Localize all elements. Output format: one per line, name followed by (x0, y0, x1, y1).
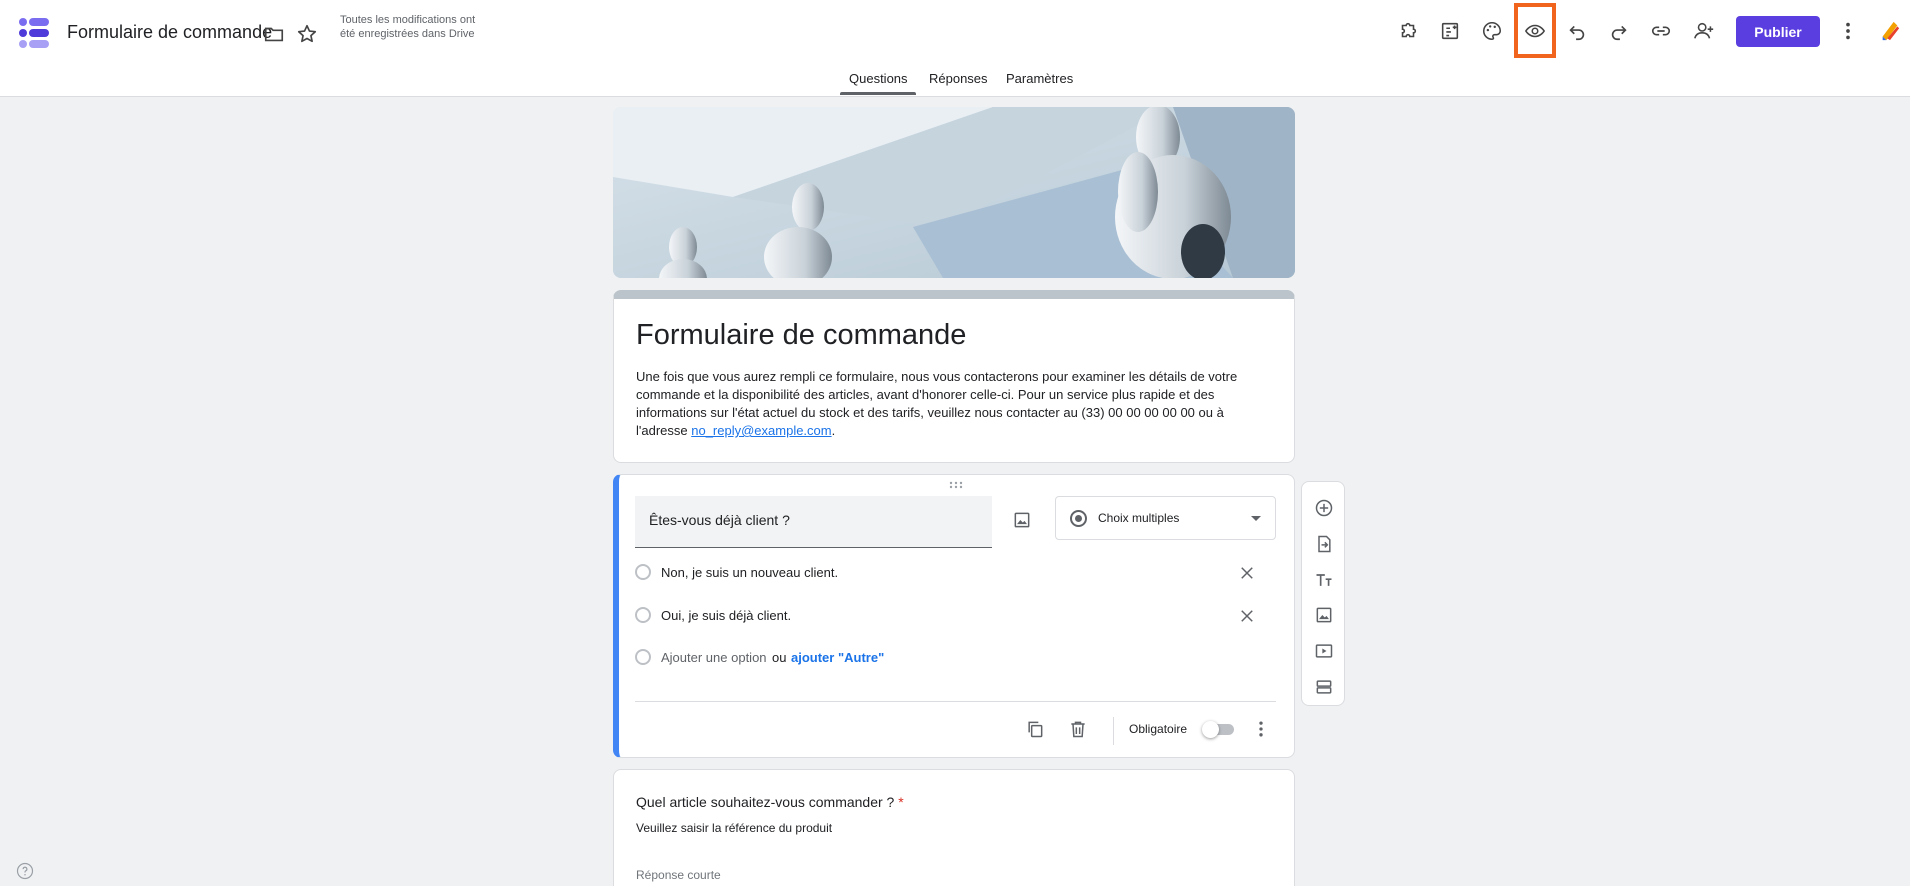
question-title-input[interactable]: Êtes-vous déjà client ? (635, 496, 992, 548)
form-title[interactable]: Formulaire de commande (636, 319, 966, 352)
question-card-active[interactable]: Êtes-vous déjà client ? Choix multiples … (613, 474, 1295, 758)
redo-icon[interactable] (1603, 15, 1635, 47)
option-label[interactable]: Non, je suis un nouveau client. (661, 565, 838, 580)
top-header: Formulaire de commande Toutes les modifi… (0, 0, 1910, 97)
option-row[interactable]: Non, je suis un nouveau client. (635, 562, 1275, 584)
toggle-knob (1202, 721, 1219, 738)
divider (1113, 717, 1114, 745)
active-tab-indicator (840, 92, 916, 95)
option-radio (635, 607, 651, 623)
delete-icon[interactable] (1066, 717, 1090, 741)
save-status: Toutes les modifications ont été enregis… (340, 14, 476, 40)
link-icon[interactable] (1645, 15, 1677, 47)
tab-questions[interactable]: Questions (849, 71, 908, 86)
required-label: Obligatoire (1129, 722, 1188, 736)
option-label[interactable]: Oui, je suis déjà client. (661, 608, 791, 623)
document-title[interactable]: Formulaire de commande (67, 22, 272, 43)
question-card[interactable]: Quel article souhaitez-vous commander ? … (613, 769, 1295, 886)
add-image-icon[interactable] (1009, 507, 1035, 533)
add-option-link[interactable]: Ajouter une option (661, 650, 767, 665)
option-radio (635, 649, 651, 665)
remove-option-icon[interactable] (1236, 605, 1258, 627)
import-questions-icon[interactable] (1312, 532, 1336, 556)
add-title-icon[interactable] (1312, 568, 1336, 592)
required-asterisk: * (898, 794, 904, 810)
customize-icon[interactable] (1434, 15, 1466, 47)
form-description-end: . (831, 423, 836, 438)
chevron-down-icon (1251, 516, 1261, 521)
question-title[interactable]: Quel article souhaitez-vous commander ? … (636, 794, 904, 810)
option-radio (635, 564, 651, 580)
duplicate-icon[interactable] (1023, 717, 1047, 741)
more-options-icon[interactable] (1249, 717, 1273, 741)
or-text: ou (772, 650, 787, 665)
divider (635, 701, 1276, 702)
add-question-icon[interactable] (1312, 496, 1336, 520)
question-title-text: Quel article souhaitez-vous commander ? (636, 794, 895, 810)
add-ons-icon[interactable] (1392, 15, 1424, 47)
radio-type-icon (1070, 510, 1087, 527)
form-description[interactable]: Une fois que vous aurez rempli ce formul… (636, 368, 1276, 440)
add-option-row[interactable]: Ajouter une option ou ajouter "Autre" (635, 647, 1275, 669)
add-image-icon[interactable] (1312, 603, 1336, 627)
folder-icon[interactable] (258, 18, 290, 50)
contact-email-link[interactable]: no_reply@example.com (691, 423, 831, 438)
short-answer-placeholder: Réponse courte (636, 868, 721, 882)
add-collaborator-icon[interactable] (1688, 15, 1720, 47)
question-type-dropdown[interactable]: Choix multiples (1055, 496, 1276, 540)
tab-settings[interactable]: Paramètres (1006, 71, 1073, 86)
tab-bar: Questions Réponses Paramètres (0, 60, 1910, 97)
more-vert-icon[interactable] (1832, 15, 1864, 47)
required-toggle[interactable] (1202, 721, 1236, 738)
add-other-link[interactable]: ajouter "Autre" (791, 650, 884, 665)
star-icon[interactable] (291, 18, 323, 50)
question-description: Veuillez saisir la référence du produit (636, 821, 833, 835)
forms-logo-icon[interactable] (18, 17, 50, 49)
add-video-icon[interactable] (1312, 639, 1336, 663)
palette-icon[interactable] (1476, 15, 1508, 47)
form-header-card[interactable]: Formulaire de commande Une fois que vous… (613, 290, 1295, 463)
annotation-highlight-box (1514, 3, 1556, 58)
question-type-label: Choix multiples (1098, 511, 1180, 525)
option-row[interactable]: Oui, je suis déjà client. (635, 605, 1275, 627)
header-banner-image (613, 107, 1295, 278)
undo-icon[interactable] (1561, 15, 1593, 47)
add-section-icon[interactable] (1312, 675, 1336, 699)
tab-responses[interactable]: Réponses (929, 71, 988, 86)
remove-option-icon[interactable] (1236, 562, 1258, 584)
drag-handle-icon[interactable] (949, 481, 963, 492)
floating-side-toolbar (1301, 481, 1345, 706)
publish-button[interactable]: Publier (1736, 16, 1820, 47)
account-app-icon[interactable] (1874, 15, 1906, 47)
help-icon[interactable] (16, 862, 34, 880)
